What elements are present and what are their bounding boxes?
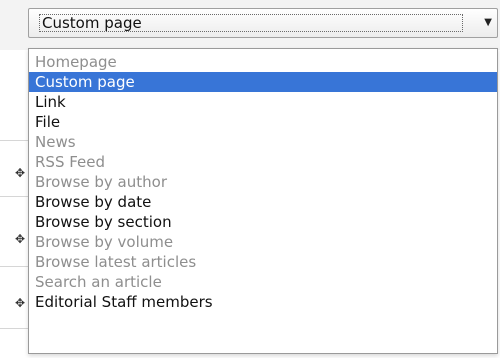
move-handle-icon[interactable]: ✥ xyxy=(14,232,26,246)
row-divider xyxy=(0,196,30,197)
dropdown-option: Browse by author xyxy=(35,173,167,191)
dropdown-option[interactable]: Editorial Staff members xyxy=(29,292,497,312)
dropdown-option[interactable]: File xyxy=(29,112,497,132)
page-background xyxy=(0,50,30,358)
select-current-value: Custom page xyxy=(42,14,142,32)
row-divider xyxy=(0,140,30,141)
dropdown-option: Search an article xyxy=(35,273,162,291)
move-handle-icon[interactable]: ✥ xyxy=(14,296,26,310)
dropdown-option: Homepage xyxy=(35,53,117,71)
dropdown-option[interactable]: Link xyxy=(29,92,497,112)
dropdown-option[interactable]: Custom page xyxy=(29,72,497,92)
row-divider xyxy=(0,328,30,329)
row-divider xyxy=(0,266,30,267)
dropdown-option[interactable]: Browse by date xyxy=(29,192,497,212)
move-handle-icon[interactable]: ✥ xyxy=(14,166,26,180)
dropdown-option: RSS Feed xyxy=(35,153,106,171)
dropdown-option: Browse latest articles xyxy=(35,253,197,271)
triangle-down-icon[interactable]: ▼ xyxy=(484,16,492,30)
dropdown-option: Browse by volume xyxy=(35,233,174,251)
page-type-options-list: Homepage Custom page Link File News RSS Feed B… xyxy=(28,48,498,354)
dropdown-option[interactable]: Browse by section xyxy=(29,212,497,232)
dropdown-option: News xyxy=(35,133,76,151)
page-type-select[interactable]: Custom page ▼ xyxy=(28,8,498,38)
select-focus-ring: Custom page xyxy=(39,14,463,32)
